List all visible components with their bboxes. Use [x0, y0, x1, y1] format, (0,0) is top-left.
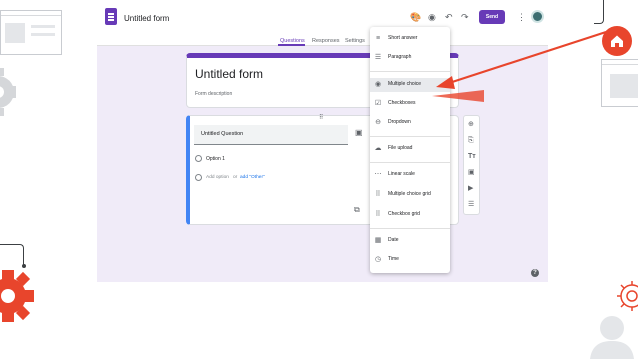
menu-divider — [370, 228, 450, 229]
grid-icon: ⠿ — [375, 211, 381, 218]
tab-responses[interactable]: Responses — [312, 38, 340, 44]
import-questions-icon[interactable]: ⎘ — [468, 137, 474, 144]
menu-item-label: Time — [388, 256, 399, 262]
side-toolbar: ⊕ ⎘ Tт ▣ ▶ ☰ — [463, 115, 480, 215]
menu-item-checkbox-grid[interactable]: ⠿ Checkbox grid — [370, 208, 450, 222]
menu-item-multiple-choice-grid[interactable]: ⠿ Multiple choice grid — [370, 188, 450, 202]
option-1-label[interactable]: Option 1 — [206, 156, 225, 162]
undo-icon[interactable]: ↶ — [445, 13, 453, 22]
menu-item-label: File upload — [388, 145, 413, 151]
add-question-icon[interactable]: ⊕ — [468, 121, 474, 128]
highlight-arrow-icon — [432, 90, 484, 102]
menu-item-linear-scale[interactable]: ⋯ Linear scale — [370, 168, 450, 182]
menu-divider — [370, 136, 450, 137]
linear-scale-icon: ⋯ — [374, 171, 382, 178]
question-title-text: Untitled Question — [201, 131, 244, 137]
decorative-connector-right — [594, 0, 604, 24]
redo-icon[interactable]: ↷ — [461, 13, 469, 22]
decorative-window-top-left — [0, 10, 62, 55]
tab-settings[interactable]: Settings — [345, 38, 365, 44]
grid-icon: ⠿ — [375, 191, 381, 198]
add-option-radio — [195, 174, 202, 181]
add-video-icon[interactable]: ▶ — [468, 185, 473, 192]
gear-outline-icon — [617, 281, 638, 311]
gear-icon — [0, 68, 16, 116]
menu-item-label: Checkboxes — [388, 100, 416, 106]
menu-item-label: Multiple choice — [388, 81, 422, 87]
cloud-upload-icon: ☁ — [374, 145, 382, 152]
eye-preview-icon[interactable]: ◉ — [428, 13, 436, 22]
menu-item-label: Date — [388, 237, 399, 243]
short-answer-icon: ≡ — [375, 35, 381, 42]
form-title[interactable]: Untitled form — [195, 67, 263, 81]
add-title-icon[interactable]: Tт — [468, 153, 476, 160]
image-icon[interactable]: ▣ — [355, 129, 363, 137]
menu-divider — [370, 162, 450, 163]
menu-item-label: Checkbox grid — [388, 211, 420, 217]
checkbox-icon: ☑ — [374, 100, 382, 107]
add-section-icon[interactable]: ☰ — [468, 201, 474, 208]
duplicate-icon[interactable]: ⧉ — [354, 206, 360, 214]
avatar[interactable] — [531, 10, 544, 23]
menu-item-date[interactable]: ▦ Date — [370, 234, 450, 248]
menu-item-label: Multiple choice grid — [388, 191, 431, 197]
add-image-icon[interactable]: ▣ — [468, 169, 475, 176]
calendar-icon: ▦ — [374, 237, 382, 244]
app-form-title[interactable]: Untitled form — [124, 14, 169, 23]
or-text: or — [233, 175, 238, 180]
option-radio — [195, 155, 202, 162]
clock-icon: ◷ — [374, 256, 382, 263]
person-silhouette-icon — [590, 316, 634, 359]
menu-item-label: Dropdown — [388, 119, 411, 125]
add-option-link[interactable]: Add option — [206, 175, 229, 180]
menu-item-label: Linear scale — [388, 171, 415, 177]
send-button[interactable]: Send — [479, 10, 505, 24]
google-forms-icon — [105, 8, 117, 25]
menu-item-dropdown[interactable]: ⊖ Dropdown — [370, 116, 450, 130]
menu-item-time[interactable]: ◷ Time — [370, 253, 450, 267]
decorative-connector-left — [0, 244, 24, 266]
add-other-link[interactable]: add "Other" — [240, 175, 265, 180]
paragraph-icon: ☰ — [374, 54, 382, 61]
palette-icon[interactable]: 🎨 — [410, 13, 421, 22]
radio-icon: ◉ — [374, 81, 382, 88]
help-icon[interactable]: ? — [531, 269, 539, 277]
dropdown-icon: ⊖ — [375, 119, 381, 126]
gear-icon — [0, 270, 34, 322]
more-vert-icon[interactable]: ⋮ — [517, 13, 526, 22]
form-description-field[interactable]: Form description — [195, 91, 232, 97]
drag-handle-icon[interactable]: ⠿ — [319, 114, 323, 122]
menu-item-file-upload[interactable]: ☁ File upload — [370, 142, 450, 156]
menu-item-label: Paragraph — [388, 54, 412, 60]
menu-item-label: Short answer — [388, 35, 418, 41]
